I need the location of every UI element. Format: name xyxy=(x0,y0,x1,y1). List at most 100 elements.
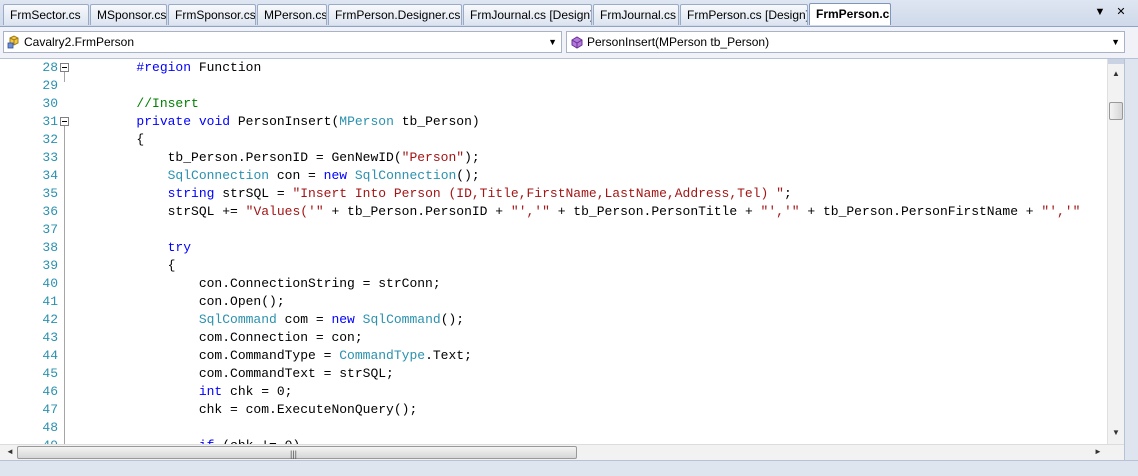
code-text: //Insert xyxy=(74,95,199,113)
line-number: 42 xyxy=(42,312,58,327)
collapse-icon[interactable] xyxy=(60,63,69,72)
code-line[interactable]: 33 tb_Person.PersonID = GenNewID("Person… xyxy=(0,149,1124,167)
code-token: "Person" xyxy=(401,150,465,165)
line-number: 45 xyxy=(42,366,58,381)
code-token: chk = com.ExecuteNonQuery(); xyxy=(74,402,418,417)
vertical-scrollbar[interactable]: ▲ ▼ xyxy=(1107,59,1125,444)
scroll-grip-icon: ||| xyxy=(290,449,298,459)
code-line[interactable]: 45 com.CommandText = strSQL; xyxy=(0,365,1124,383)
code-token: private xyxy=(136,114,192,129)
code-line[interactable]: 29 xyxy=(0,77,1124,95)
code-line[interactable]: 41 con.Open(); xyxy=(0,293,1124,311)
code-text: com.CommandText = strSQL; xyxy=(74,365,394,383)
member-combo[interactable]: PersonInsert(MPerson tb_Person) ▼ xyxy=(566,31,1125,53)
code-token: SqlConnection xyxy=(167,168,270,183)
code-token: com.CommandText = strSQL; xyxy=(74,366,394,381)
line-number: 47 xyxy=(42,402,58,417)
code-token: "','" xyxy=(760,204,800,219)
code-text: strSQL += "Values('" + tb_Person.PersonI… xyxy=(74,203,1081,221)
code-line[interactable]: 34 SqlConnection con = new SqlConnection… xyxy=(0,167,1124,185)
line-number: 28 xyxy=(42,60,58,75)
code-line[interactable]: 48 xyxy=(0,419,1124,437)
class-icon xyxy=(7,35,19,49)
code-line[interactable]: 31 private void PersonInsert(MPerson tb_… xyxy=(0,113,1124,131)
code-text: private void PersonInsert(MPerson tb_Per… xyxy=(74,113,480,131)
collapse-icon[interactable] xyxy=(60,117,69,126)
code-line[interactable]: 37 xyxy=(0,221,1124,239)
code-token: new xyxy=(323,168,348,183)
tab-mperson-cs[interactable]: MPerson.cs xyxy=(257,4,327,25)
scroll-left-icon[interactable]: ◄ xyxy=(2,447,18,456)
tab-dropdown-icon[interactable]: ▼ xyxy=(1092,4,1108,20)
code-token: SqlCommand xyxy=(362,312,441,327)
tab-frmjournal-cs-design[interactable]: FrmJournal.cs [Design] xyxy=(463,4,592,25)
code-line[interactable]: 38 try xyxy=(0,239,1124,257)
chevron-down-icon[interactable]: ▼ xyxy=(548,32,557,52)
code-line[interactable]: 35 string strSQL = "Insert Into Person (… xyxy=(0,185,1124,203)
code-line[interactable]: 36 strSQL += "Values('" + tb_Person.Pers… xyxy=(0,203,1124,221)
code-token: chk = 0; xyxy=(222,384,293,399)
type-combo[interactable]: Cavalry2.FrmPerson ▼ xyxy=(3,31,562,53)
code-token: #region xyxy=(136,60,192,75)
code-line[interactable]: 49 if (chk != 0) xyxy=(0,437,1124,444)
code-token: com.CommandType = xyxy=(74,348,340,363)
code-line[interactable]: 47 chk = com.ExecuteNonQuery(); xyxy=(0,401,1124,419)
code-text: int chk = 0; xyxy=(74,383,293,401)
code-token: tb_Person) xyxy=(393,114,480,129)
code-line[interactable]: 40 con.ConnectionString = strConn; xyxy=(0,275,1124,293)
tab-frmsector-cs[interactable]: FrmSector.cs xyxy=(3,4,89,25)
code-token: "','" xyxy=(1041,204,1081,219)
code-text: try xyxy=(74,239,191,257)
tab-frmperson-designer-cs[interactable]: FrmPerson.Designer.cs xyxy=(328,4,462,25)
scroll-down-icon[interactable]: ▼ xyxy=(1108,428,1124,437)
tab-frmsponsor-cs[interactable]: FrmSponsor.cs xyxy=(168,4,256,25)
navigation-bar: Cavalry2.FrmPerson ▼ PersonInsert(MPerso… xyxy=(0,27,1138,59)
code-token: void xyxy=(198,114,231,129)
vertical-scroll-thumb[interactable] xyxy=(1109,102,1123,120)
code-token: { xyxy=(74,132,145,147)
horizontal-scroll-thumb[interactable]: ||| xyxy=(17,446,577,459)
code-token: strSQL = xyxy=(214,186,293,201)
tab-frmjournal-cs[interactable]: FrmJournal.cs xyxy=(593,4,679,25)
tab-frmperson-cs-design[interactable]: FrmPerson.cs [Design] xyxy=(680,4,808,25)
code-text: tb_Person.PersonID = GenNewID("Person"); xyxy=(74,149,480,167)
code-line[interactable]: 30 //Insert xyxy=(0,95,1124,113)
code-token: int xyxy=(198,384,223,399)
code-line[interactable]: 43 com.Connection = con; xyxy=(0,329,1124,347)
code-line[interactable]: 42 SqlCommand com = new SqlCommand(); xyxy=(0,311,1124,329)
code-token: (); xyxy=(440,312,465,327)
code-token: { xyxy=(74,258,176,273)
tab-frmperson-cs[interactable]: FrmPerson.cs xyxy=(809,3,891,25)
close-document-icon[interactable]: ✕ xyxy=(1113,4,1129,20)
code-line[interactable]: 44 com.CommandType = CommandType.Text; xyxy=(0,347,1124,365)
code-line[interactable]: 39 { xyxy=(0,257,1124,275)
code-token: (); xyxy=(456,168,480,183)
code-token: //Insert xyxy=(136,96,199,111)
code-token: + tb_Person.PersonID + xyxy=(323,204,511,219)
code-text: SqlConnection con = new SqlConnection(); xyxy=(74,167,480,185)
code-line[interactable]: 32 { xyxy=(0,131,1124,149)
member-combo-value: PersonInsert(MPerson tb_Person) xyxy=(587,35,770,49)
code-line[interactable]: 28 #region Function xyxy=(0,59,1124,77)
code-text: #region Function xyxy=(74,59,261,77)
code-token: string xyxy=(167,186,215,201)
code-line[interactable]: 46 int chk = 0; xyxy=(0,383,1124,401)
scroll-up-icon[interactable]: ▲ xyxy=(1108,69,1124,78)
code-token: con = xyxy=(269,168,324,183)
line-number: 35 xyxy=(42,186,58,201)
tab-msponsor-cs[interactable]: MSponsor.cs xyxy=(90,4,167,25)
code-editor[interactable]: 28 #region Function 29 30 //Insert 31 priva… xyxy=(0,59,1124,444)
scroll-right-icon[interactable]: ► xyxy=(1090,447,1106,456)
horizontal-scrollbar[interactable]: ◄ ||| ► xyxy=(0,444,1124,460)
line-number: 31 xyxy=(42,114,58,129)
line-number: 29 xyxy=(42,78,58,93)
chevron-down-icon[interactable]: ▼ xyxy=(1111,32,1120,52)
code-text: { xyxy=(74,131,144,149)
method-icon xyxy=(571,36,583,49)
code-token: "Insert Into Person (ID,Title,FirstName,… xyxy=(292,186,784,201)
code-token: SqlConnection xyxy=(354,168,457,183)
code-token: new xyxy=(331,312,355,327)
editor-splitter[interactable] xyxy=(1108,59,1125,64)
